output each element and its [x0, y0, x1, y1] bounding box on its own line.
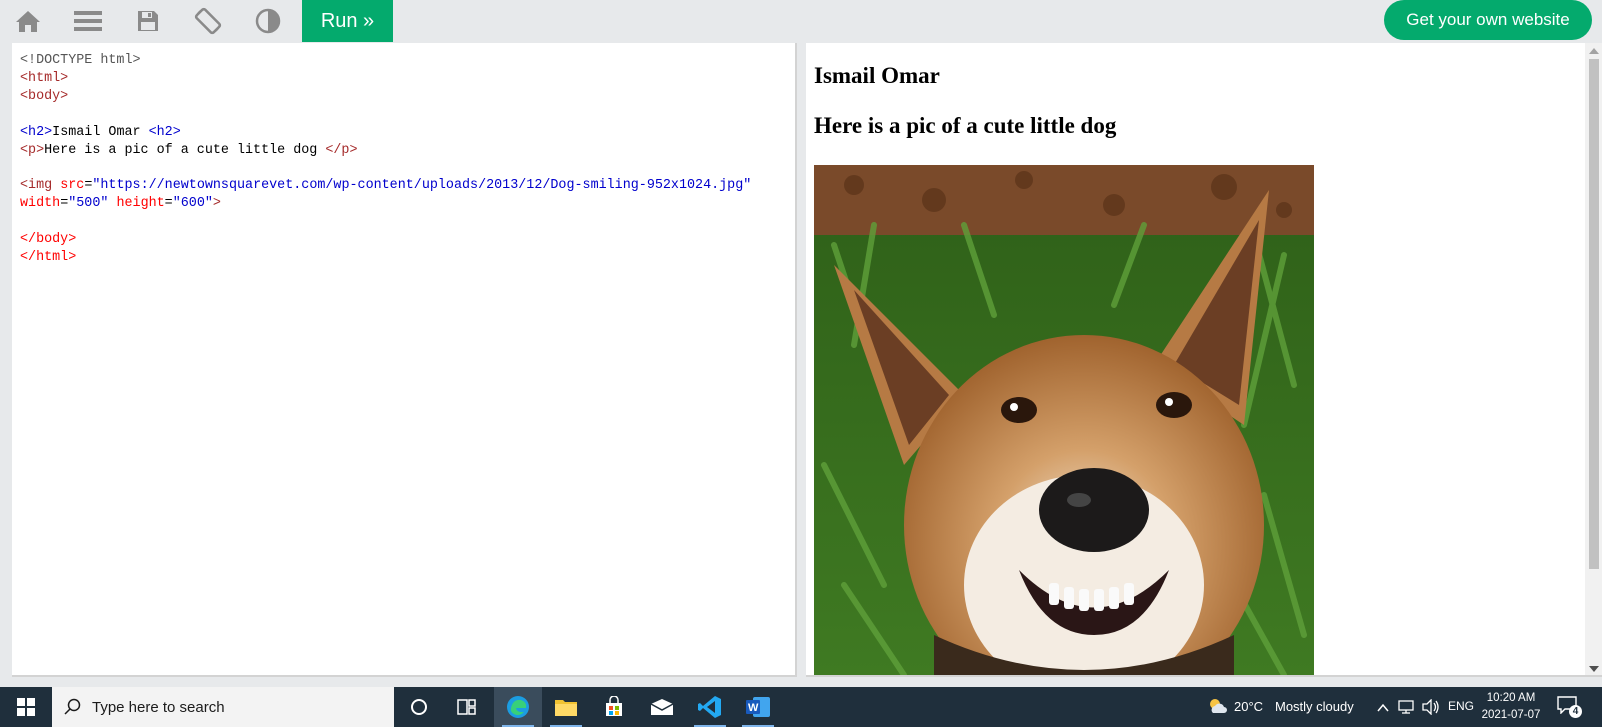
- notification-badge: 4: [1569, 705, 1582, 718]
- code-line: width="500" height="600">: [20, 196, 221, 212]
- code-line: <html>: [20, 70, 69, 86]
- scroll-thumb[interactable]: [1589, 59, 1599, 569]
- code-line: <p>Here is a pic of a cute little dog </…: [20, 142, 358, 158]
- volume-icon[interactable]: [1422, 698, 1440, 720]
- menu-icon[interactable]: [71, 4, 105, 38]
- result-paragraph: Here is a pic of a cute little dog: [814, 113, 1117, 138]
- save-icon[interactable]: [131, 4, 165, 38]
- result-scrollbar[interactable]: [1585, 43, 1602, 675]
- task-view-icon[interactable]: [443, 687, 491, 727]
- search-icon: [64, 698, 81, 715]
- weather-temperature[interactable]: 20°C: [1234, 699, 1263, 714]
- toolbar: Run » Get your own website: [0, 0, 1602, 42]
- code-line: </body>: [20, 232, 77, 248]
- result-panel: Ismail Omar Here is a pic of a cute litt…: [806, 43, 1602, 677]
- file-explorer-icon[interactable]: [542, 687, 590, 727]
- code-line: <h2>Ismail Omar <h2>: [20, 124, 181, 140]
- scroll-up-arrow-icon[interactable]: [1589, 48, 1599, 54]
- weather-icon[interactable]: [1207, 697, 1229, 720]
- code-line: </html>: [20, 249, 77, 265]
- home-icon[interactable]: [11, 4, 45, 38]
- notification-icon[interactable]: 4: [1557, 696, 1583, 718]
- vscode-icon[interactable]: [686, 687, 734, 727]
- taskbar: Type here to search W 20°C Mostly cloudy…: [0, 687, 1602, 727]
- rotate-icon[interactable]: [191, 4, 225, 38]
- weather-condition[interactable]: Mostly cloudy: [1275, 699, 1354, 714]
- store-icon[interactable]: [590, 687, 638, 727]
- code-line: <body>: [20, 88, 69, 104]
- cortana-icon[interactable]: [395, 687, 443, 727]
- run-button[interactable]: Run »: [302, 0, 393, 42]
- chevron-up-icon[interactable]: [1377, 700, 1389, 718]
- word-icon[interactable]: W: [734, 687, 782, 727]
- mail-icon[interactable]: [638, 687, 686, 727]
- windows-start-icon[interactable]: [0, 687, 52, 727]
- network-icon[interactable]: [1398, 699, 1416, 720]
- contrast-icon[interactable]: [251, 4, 285, 38]
- code-text[interactable]: <!DOCTYPE html> <html> <body> <h2>Ismail…: [20, 52, 751, 267]
- code-line: <!DOCTYPE html>: [20, 53, 141, 68]
- edge-icon[interactable]: [494, 687, 542, 727]
- code-editor[interactable]: <!DOCTYPE html> <html> <body> <h2>Ismail…: [12, 43, 797, 677]
- dog-image: [814, 165, 1314, 675]
- language-indicator[interactable]: ENG: [1448, 699, 1474, 713]
- result-heading: Ismail Omar: [814, 63, 940, 88]
- clock[interactable]: 10:20 AM 2021-07-07: [1476, 690, 1546, 724]
- scroll-down-arrow-icon[interactable]: [1589, 666, 1599, 672]
- get-your-own-website-button[interactable]: Get your own website: [1384, 0, 1592, 40]
- panel-divider[interactable]: [797, 43, 806, 677]
- code-line: <img src="https://newtownsquarevet.com/w…: [20, 178, 752, 194]
- clock-time: 10:20 AM: [1486, 692, 1536, 704]
- search-placeholder: Type here to search: [92, 698, 225, 716]
- taskbar-search-box[interactable]: Type here to search: [52, 687, 394, 727]
- clock-date: 2021-07-07: [1481, 709, 1541, 721]
- svg-text:W: W: [748, 702, 759, 714]
